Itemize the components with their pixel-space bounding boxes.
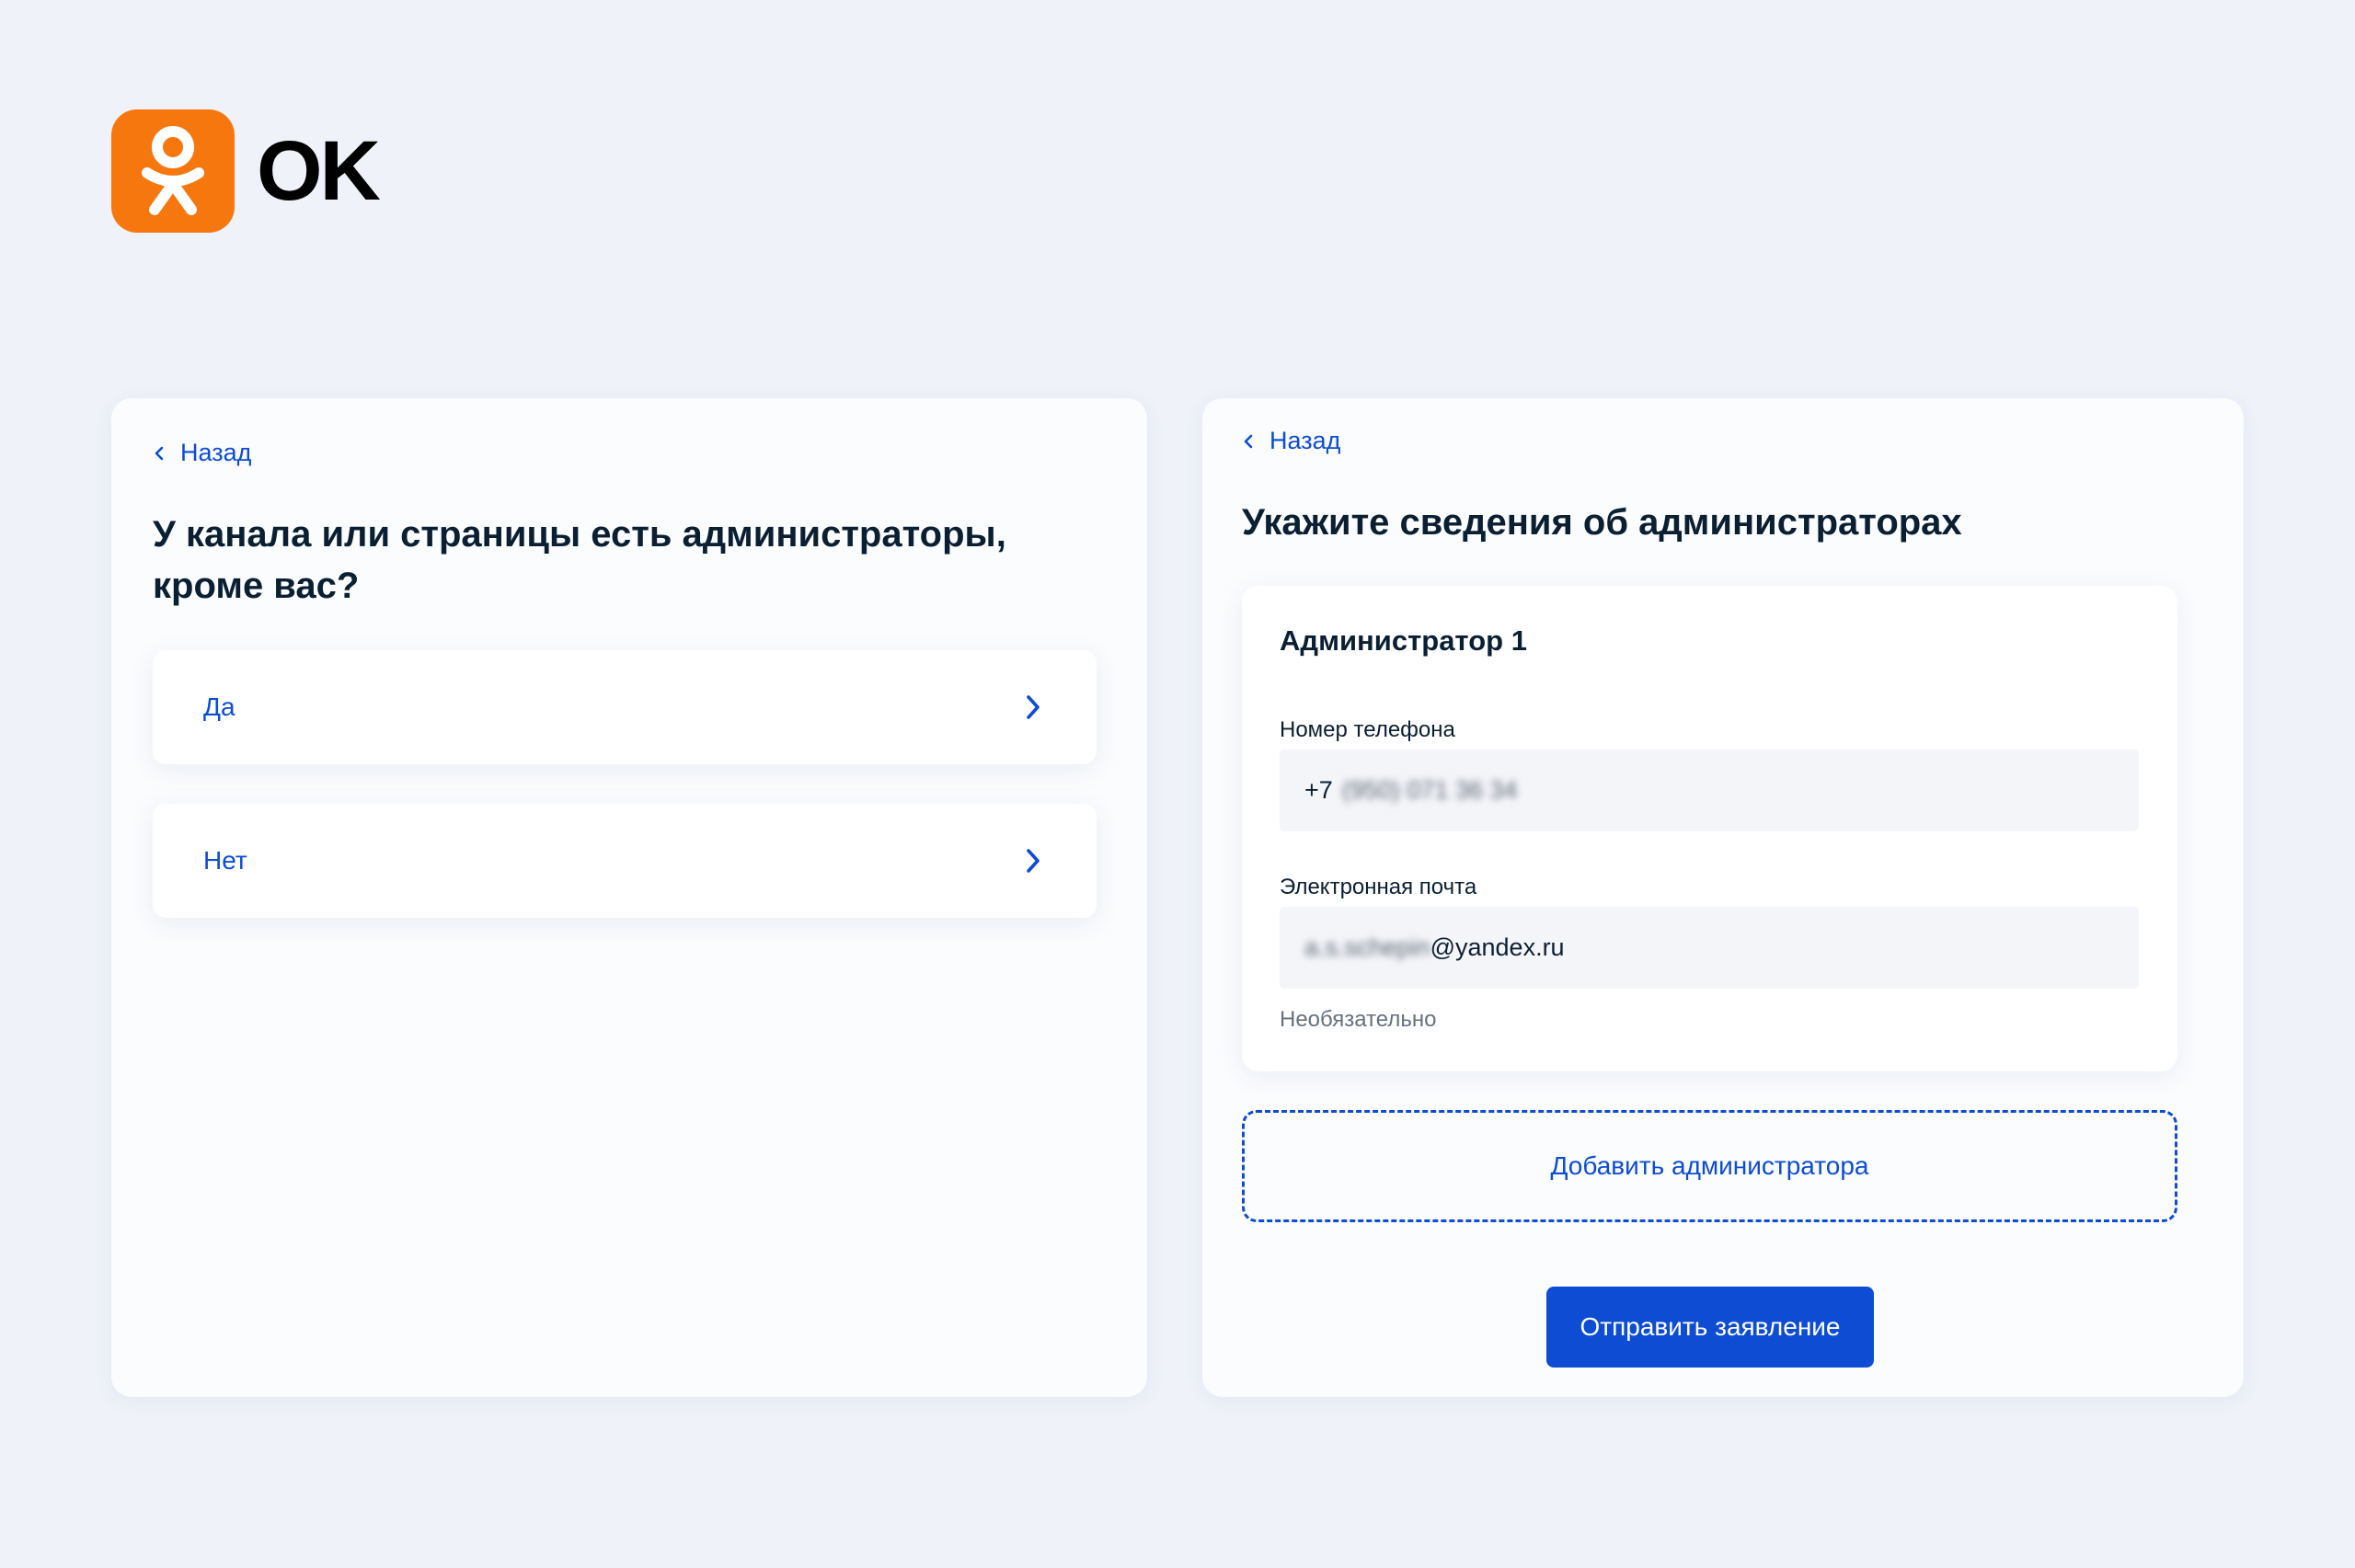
option-label: Нет — [203, 846, 247, 875]
phone-label: Номер телефона — [1280, 717, 1455, 742]
admin-block: Администратор 1 Номер телефона +7 (950) … — [1242, 586, 2177, 1071]
back-link[interactable]: Назад — [1242, 427, 1340, 455]
option-yes[interactable]: Да — [153, 650, 1097, 764]
back-link[interactable]: Назад — [153, 439, 251, 467]
phone-number-masked: (950) 071 36 34 — [1341, 776, 1518, 804]
chevron-right-icon — [1027, 695, 1040, 719]
option-no[interactable]: Нет — [153, 804, 1097, 918]
submit-application-button[interactable]: Отправить заявление — [1546, 1287, 1874, 1368]
admin-title: Администратор 1 — [1280, 624, 1527, 657]
email-optional-hint: Необязательно — [1280, 1007, 1437, 1032]
add-admin-button[interactable]: Добавить администратора — [1242, 1110, 2177, 1222]
admins-question-card: Назад У канала или страницы есть админис… — [111, 398, 1147, 1397]
email-user-masked: a.s.schepin — [1304, 933, 1430, 961]
question-title: У канала или страницы есть администратор… — [153, 514, 1006, 606]
email-label: Электронная почта — [1280, 875, 1477, 899]
back-label: Назад — [180, 439, 252, 466]
brand-logo: OK — [111, 109, 381, 233]
phone-prefix: +7 — [1304, 776, 1333, 804]
odnoklassniki-icon — [111, 109, 235, 233]
email-domain: @yandex.ru — [1430, 933, 1565, 961]
brand-name: OK — [257, 124, 381, 218]
chevron-left-icon — [1244, 434, 1253, 448]
email-field[interactable]: a.s.schepin @yandex.ru — [1280, 907, 2139, 989]
option-label: Да — [203, 692, 236, 721]
chevron-left-icon — [155, 446, 164, 460]
chevron-right-icon — [1027, 849, 1040, 873]
back-label: Назад — [1269, 427, 1341, 454]
details-title: Укажите сведения об администраторах — [1242, 502, 1962, 543]
admins-details-card: Назад Укажите сведения об администратора… — [1202, 398, 2244, 1397]
phone-field[interactable]: +7 (950) 071 36 34 — [1280, 750, 2139, 831]
